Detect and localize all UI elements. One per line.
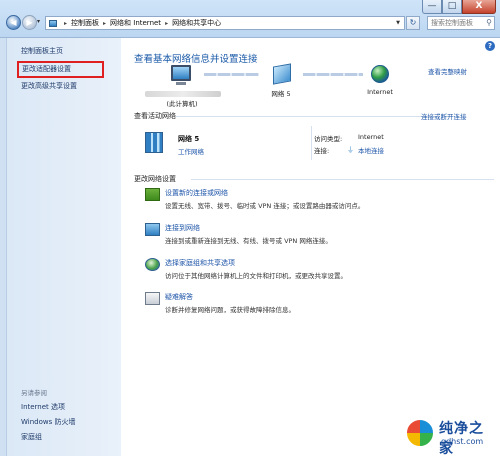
computer-name-redacted (145, 91, 221, 97)
close-button[interactable]: X (462, 0, 496, 14)
maximize-button[interactable]: □ (442, 0, 462, 14)
task-description: 设置无线、宽带、拨号、临时或 VPN 连接；或设置路由器或访问点。 (165, 202, 365, 210)
computer-stand (176, 82, 186, 85)
task-label[interactable]: 疑难解答 (165, 292, 193, 302)
refresh-icon[interactable]: ↻ (406, 16, 420, 30)
connection-plug-icon: ⏚ (347, 146, 354, 154)
connections-label: 连接: (314, 147, 330, 155)
computer-icon (171, 65, 191, 81)
divider (176, 116, 440, 117)
map-network-node[interactable] (273, 63, 291, 85)
change-settings-heading: 更改网络设置 (134, 175, 176, 183)
network-icon (273, 63, 291, 85)
breadcrumb-network-internet[interactable]: 网络和 Internet (110, 18, 161, 28)
breadcrumb-separator: ▸ (103, 19, 107, 27)
search-icon[interactable]: ⚲ (486, 17, 492, 29)
breadcrumb-separator: ▸ (64, 19, 68, 27)
back-button[interactable]: ◀ (6, 15, 21, 30)
help-icon[interactable]: ? (485, 41, 495, 51)
task-label[interactable]: 选择家庭组和共享选项 (165, 258, 235, 268)
task-description: 连接到或重新连接到无线、有线、拨号或 VPN 网络连接。 (165, 237, 332, 245)
task-label[interactable]: 连接到网络 (165, 223, 200, 233)
network-map-label: 网络 5 (271, 90, 291, 98)
breadcrumb-separator: ▸ (165, 19, 169, 27)
map-computer-node[interactable] (171, 65, 191, 85)
address-bar[interactable]: ▸ 控制面板 ▸ 网络和 Internet ▸ 网络和共享中心 ▼ ↻ (45, 16, 420, 30)
network-name: 网络 5 (178, 135, 200, 143)
divider (311, 126, 312, 160)
link-full-map[interactable]: 查看完整映射 (428, 66, 467, 76)
search-input[interactable]: 搜索控制面板 ⚲ (427, 16, 495, 30)
see-also-heading: 另请参阅 (21, 389, 47, 397)
active-networks-heading: 查看活动网络 (134, 112, 176, 120)
map-link-line (303, 73, 363, 76)
troubleshoot-icon (145, 292, 160, 305)
internet-label: Internet (367, 88, 393, 96)
map-link-line (204, 73, 259, 76)
breadcrumb-control-panel[interactable]: 控制面板 (71, 18, 99, 28)
left-pane: 控制面板主页 更改适配器设置 更改高级共享设置 另请参阅 Internet 选项… (6, 38, 121, 456)
task-label[interactable]: 设置新的连接或网络 (165, 188, 228, 198)
homegroup-icon (145, 258, 160, 271)
main-pane: ? 查看基本网络信息并设置连接 查看完整映射 (此计算机) 网络 5 Inter… (121, 38, 500, 456)
network-folder-icon (49, 19, 57, 27)
new-connection-icon (145, 188, 160, 201)
access-type-value: Internet (358, 133, 384, 141)
watermark-url: gdhst.com (441, 437, 484, 446)
link-change-advanced-sharing[interactable]: 更改高级共享设置 (21, 81, 77, 91)
forward-button[interactable]: ▶ (22, 15, 37, 30)
title-address-bar: — □ X ◀ ▶ ▾ ▸ 控制面板 ▸ 网络和 Internet ▸ 网络和共… (0, 0, 500, 38)
internet-globe-icon (371, 65, 389, 83)
task-description: 诊断并修复网络问题，或获得故障排除信息。 (165, 306, 295, 314)
watermark: 纯净之家 gdhst.com (405, 412, 497, 456)
link-local-connection[interactable]: 本地连接 (358, 145, 384, 155)
link-network-type[interactable]: 工作网络 (178, 146, 204, 156)
access-type-label: 访问类型: (314, 135, 343, 143)
watermark-logo-icon (405, 418, 435, 448)
link-internet-options[interactable]: Internet 选项 (21, 402, 65, 412)
link-change-adapter-settings[interactable]: 更改适配器设置 (17, 61, 104, 78)
link-homegroup[interactable]: 家庭组 (21, 432, 42, 442)
window-controls: — □ X (422, 0, 496, 14)
work-network-icon (145, 132, 163, 153)
breadcrumb-network-sharing-center[interactable]: 网络和共享中心 (172, 18, 221, 28)
link-windows-firewall[interactable]: Windows 防火墙 (21, 417, 75, 427)
recent-pages-dropdown-icon[interactable]: ▾ (37, 18, 40, 25)
link-control-panel-home[interactable]: 控制面板主页 (21, 46, 63, 56)
computer-label: (此计算机) (166, 100, 198, 108)
task-description: 访问位于其他网络计算机上的文件和打印机，或更改共享设置。 (165, 272, 347, 280)
page-title: 查看基本网络信息并设置连接 (134, 54, 258, 65)
divider (191, 179, 494, 180)
map-internet-node[interactable] (371, 65, 389, 83)
minimize-button[interactable]: — (422, 0, 442, 14)
search-placeholder: 搜索控制面板 (431, 19, 473, 27)
address-dropdown-icon[interactable]: ▼ (393, 18, 403, 28)
link-connect-disconnect[interactable]: 连接或断开连接 (421, 111, 467, 121)
connect-network-icon (145, 223, 160, 236)
